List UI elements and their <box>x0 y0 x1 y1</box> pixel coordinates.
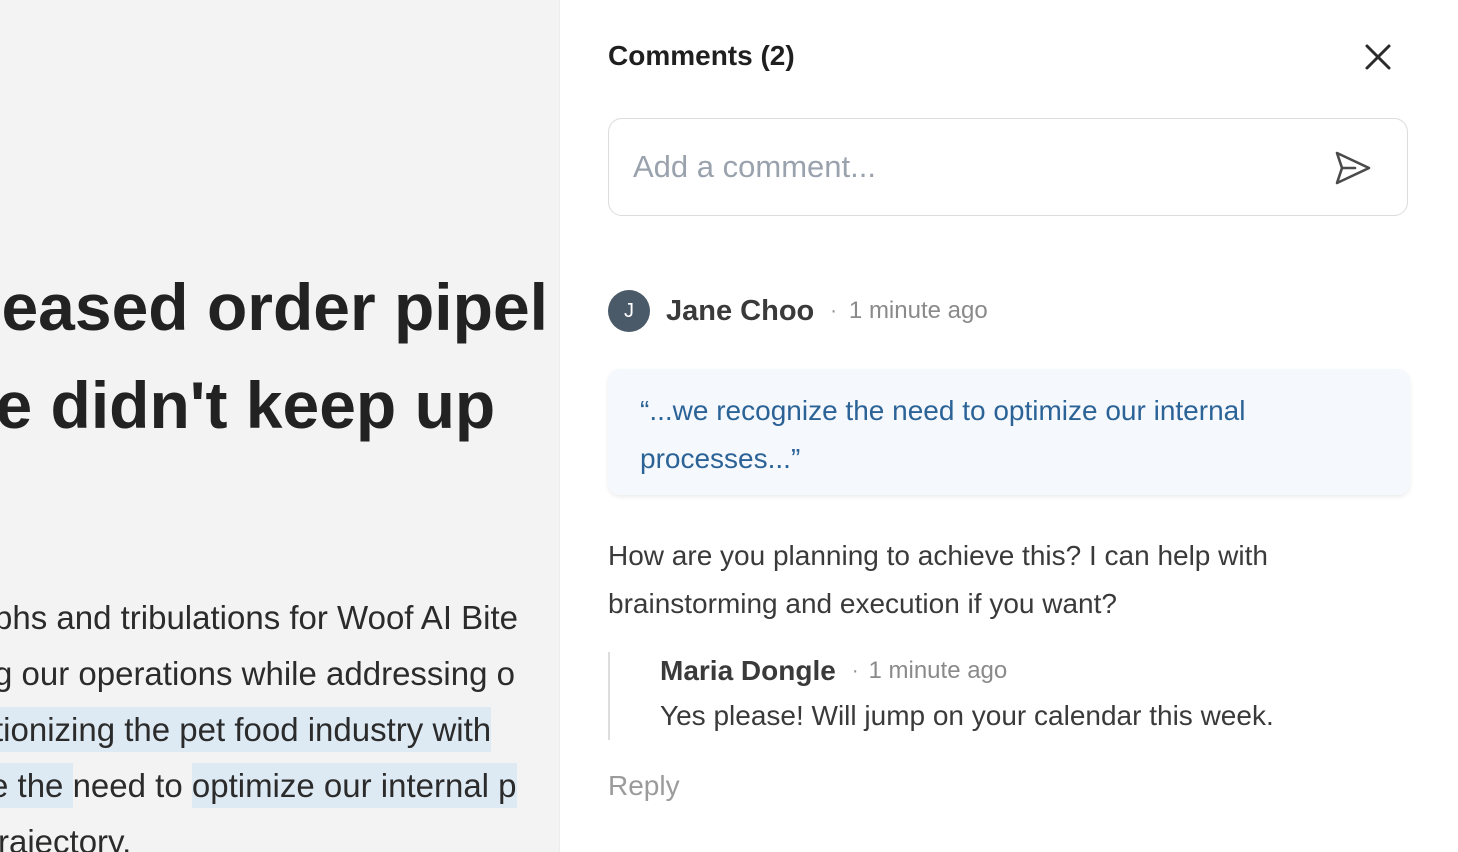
reply-meta: Maria Dongle · 1 minute ago <box>660 652 1388 690</box>
comment-body: How are you planning to achieve this? I … <box>608 540 1268 619</box>
comment-author-row: J Jane Choo · 1 minute ago <box>608 290 988 332</box>
comment-input[interactable] <box>633 119 1283 215</box>
document-text: need to <box>72 767 192 804</box>
reply-button[interactable]: Reply <box>608 770 680 802</box>
document-text: g our operations while addressing o <box>0 655 515 692</box>
avatar[interactable]: J <box>608 290 650 332</box>
document-body-line: rajectory. <box>0 814 558 852</box>
reply-author-name: Maria Dongle <box>660 655 836 686</box>
separator-dot: · <box>830 299 837 322</box>
highlighted-text[interactable]: e the <box>0 763 73 808</box>
highlighted-text[interactable]: tionizing the pet food industry with <box>0 707 492 752</box>
document-text: phs and tribulations for Woof AI Bite <box>0 599 519 636</box>
send-button[interactable] <box>1333 149 1373 187</box>
send-icon <box>1335 151 1371 185</box>
comments-title: Comments (2) <box>608 40 795 71</box>
document-body-line: g our operations while addressing o <box>0 646 554 702</box>
add-comment-box <box>608 118 1408 216</box>
highlighted-text[interactable]: optimize our internal p <box>191 763 517 808</box>
document-title: eased order pipel e didn't keep up <box>0 258 560 454</box>
separator-dot: · <box>851 659 859 682</box>
document-title-line: eased order pipel <box>1 270 548 344</box>
comments-panel: Comments (2) J Jane Choo · 1 minute ago … <box>560 0 1458 852</box>
comment-author-name: Jane Choo <box>666 294 815 327</box>
document-text: rajectory. <box>0 823 132 852</box>
document-title-line: e didn't keep up <box>0 368 496 442</box>
reply-body: Yes please! Will jump on your calendar t… <box>660 700 1274 731</box>
document-body: phs and tribulations for Woof AI Bite g … <box>0 590 560 852</box>
document-area: eased order pipel e didn't keep up phs a… <box>0 0 560 852</box>
document-body-line: phs and tribulations for Woof AI Bite <box>0 590 554 646</box>
reply-timestamp: 1 minute ago <box>868 657 1008 684</box>
document-body-line: tionizing the pet food industry with <box>0 702 554 758</box>
document-body-line: e the need to optimize our internal p <box>0 758 550 814</box>
quoted-text[interactable]: “...we recognize the need to optimize ou… <box>608 369 1410 495</box>
close-button[interactable] <box>1360 38 1396 78</box>
reply-item: Maria Dongle · 1 minute ago Yes please! … <box>608 652 1388 740</box>
close-icon <box>1365 44 1391 70</box>
comment-timestamp: 1 minute ago <box>848 297 988 324</box>
